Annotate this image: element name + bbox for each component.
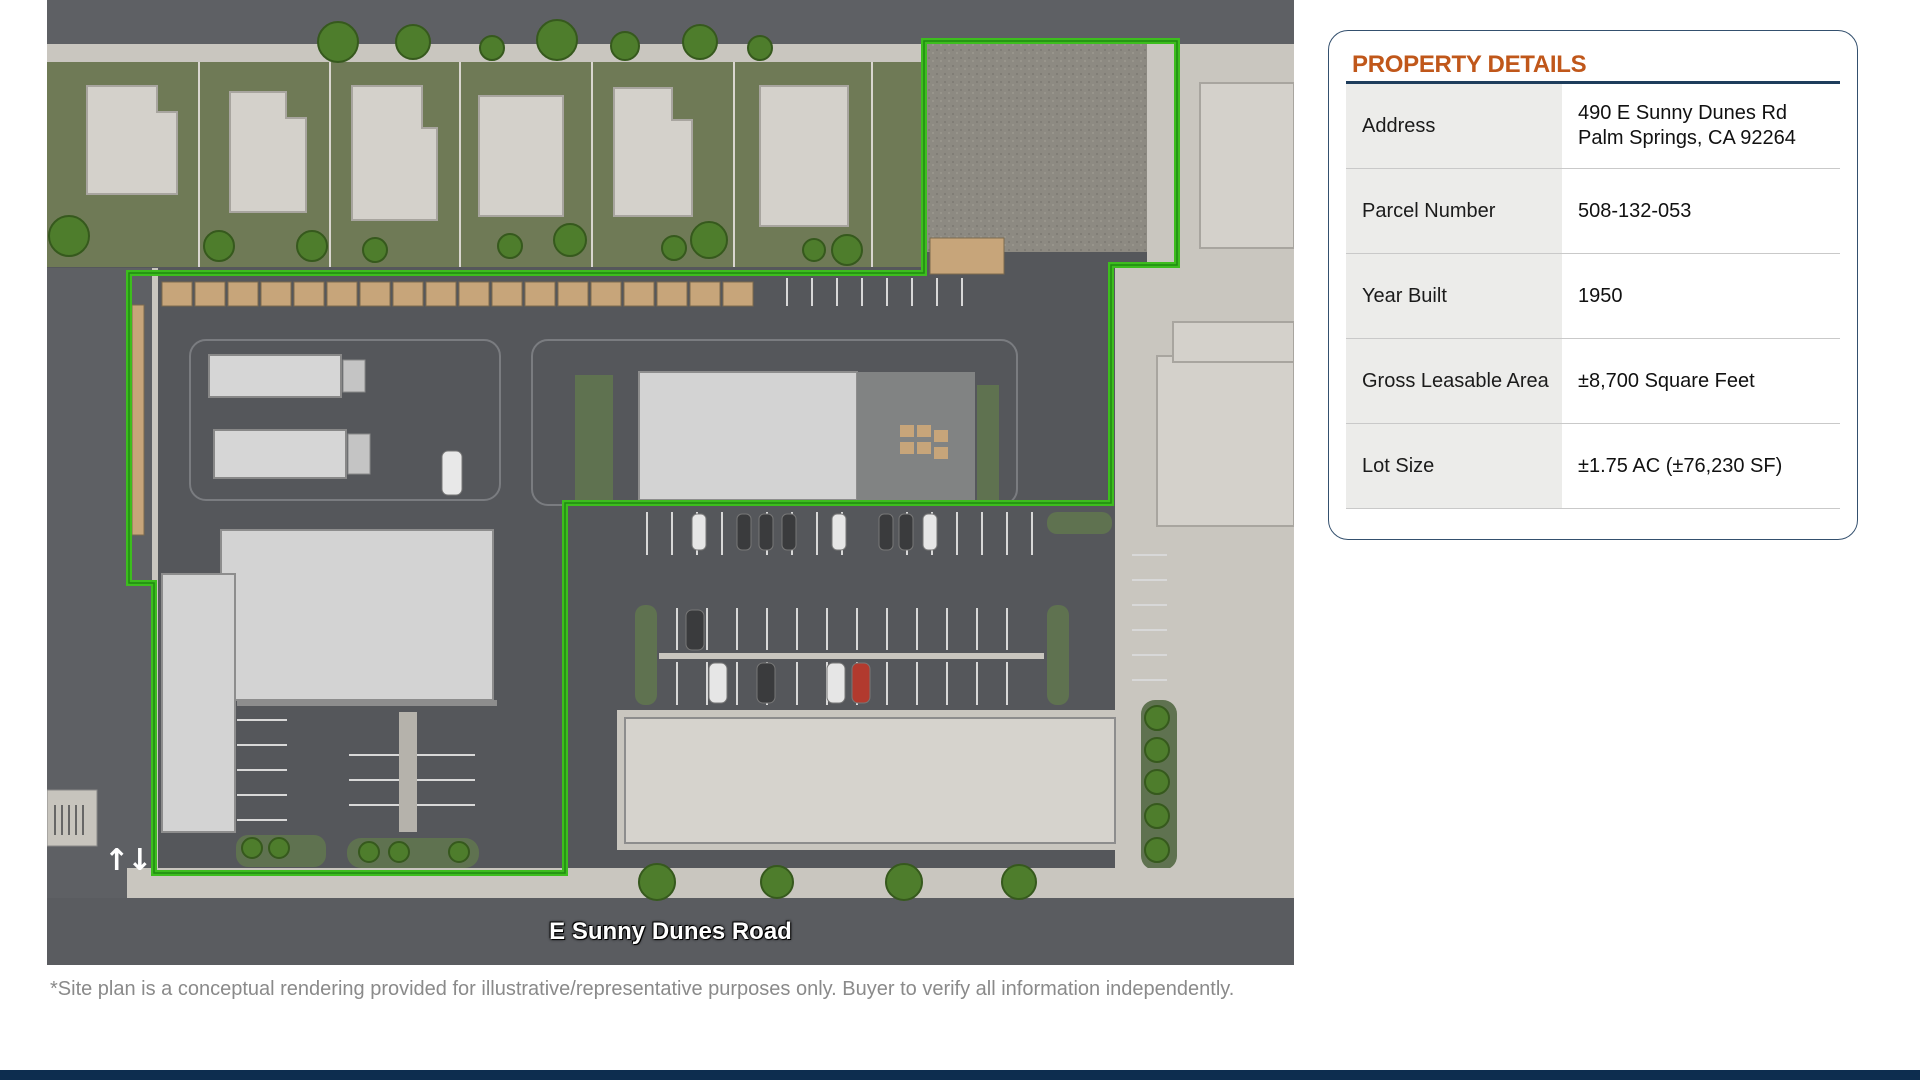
detail-label: Lot Size: [1346, 424, 1562, 508]
detail-label: Year Built: [1346, 254, 1562, 338]
detail-row-year-built: Year Built 1950: [1346, 254, 1840, 339]
detail-value: 490 E Sunny Dunes Rd Palm Springs, CA 92…: [1562, 84, 1840, 168]
north-south-arrows-icon: ↑↓: [104, 843, 152, 878]
address-line-1: 490 E Sunny Dunes Rd: [1578, 102, 1788, 124]
year-built-value: 1950: [1578, 284, 1623, 307]
property-details-title: PROPERTY DETAILS: [1352, 51, 1587, 78]
detail-value: 1950: [1562, 254, 1840, 338]
detail-row-parcel-number: Parcel Number 508-132-053: [1346, 169, 1840, 254]
detail-row-lot-size: Lot Size ±1.75 AC (±76,230 SF): [1346, 424, 1840, 509]
detail-row-address: Address 490 E Sunny Dunes Rd Palm Spring…: [1346, 84, 1840, 169]
detail-value: ±1.75 AC (±76,230 SF): [1562, 424, 1840, 508]
detail-row-gross-leasable-area: Gross Leasable Area ±8,700 Square Feet: [1346, 339, 1840, 424]
site-plan-disclaimer: *Site plan is a conceptual rendering pro…: [50, 978, 1235, 1000]
detail-label: Address: [1346, 84, 1562, 168]
lot-size-value: ±1.75 AC (±76,230 SF): [1578, 454, 1783, 477]
property-details-card: PROPERTY DETAILS Address 490 E Sunny Dun…: [1328, 30, 1858, 540]
detail-label: Parcel Number: [1346, 169, 1562, 253]
address-line-2: Palm Springs, CA 92264: [1578, 127, 1796, 149]
site-plan-aerial: ↑↓ E Sunny Dunes Road: [47, 0, 1294, 965]
gross-leasable-area-value: ±8,700 Square Feet: [1578, 369, 1755, 392]
property-details-table: Address 490 E Sunny Dunes Rd Palm Spring…: [1346, 84, 1840, 509]
detail-value: 508-132-053: [1562, 169, 1840, 253]
footer-bar: [0, 1070, 1920, 1080]
detail-value: ±8,700 Square Feet: [1562, 339, 1840, 423]
parcel-number-value: 508-132-053: [1578, 199, 1692, 222]
road-label: E Sunny Dunes Road: [549, 918, 792, 945]
detail-label: Gross Leasable Area: [1346, 339, 1562, 423]
